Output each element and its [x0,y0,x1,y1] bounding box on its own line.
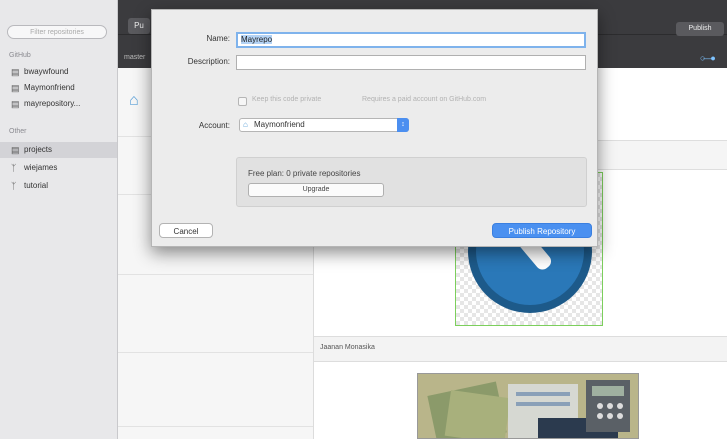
plan-box [236,157,587,207]
name-field-value: Mayrepo [241,35,273,44]
sidebar-item-repo-1[interactable]: ▤ bwaywfound [0,64,117,80]
name-label: Name: [206,34,230,43]
sidebar-item-label: projects [24,145,53,154]
keep-private-label: Keep this code private [252,96,322,103]
sidebar-item-branch-2[interactable]: ᛉ tutorial [0,178,117,194]
keep-private-checkbox[interactable] [238,97,247,106]
sidebar-item-branch-1[interactable]: ᛉ wiejames [0,160,117,176]
cancel-button[interactable]: Cancel [159,223,213,238]
upgrade-button[interactable]: Upgrade [248,183,384,197]
branch-label: master [124,54,146,61]
list-divider [118,426,313,427]
sidebar-item-projects[interactable]: ▤ projects [0,142,117,158]
sidebar: Filter repositories GitHub ▤ bwaywfound … [0,0,118,439]
sidebar-item-label: bwaywfound [24,67,69,76]
name-field[interactable]: Mayrepo [236,32,586,48]
toggle-switch[interactable]: ○—● [700,54,724,63]
image-preview-photo [417,373,639,439]
branch-icon: ᛉ [11,163,17,173]
sidebar-item-label: mayrepository... [24,99,81,108]
account-popup[interactable]: ⌂ Maymonfriend ↕ [239,118,409,132]
branch-icon: ᛉ [11,181,17,191]
sidebar-section-other: Other [9,128,27,135]
description-label: Description: [187,57,230,66]
sidebar-item-repo-3[interactable]: ▤ mayrepository... [0,96,117,112]
publish-toolbar-button[interactable]: Publish [676,22,724,36]
sidebar-section-github: GitHub [9,52,31,59]
list-divider [118,352,313,353]
repo-icon: ▤ [11,83,20,93]
description-field[interactable] [236,55,586,70]
repo-icon: ▤ [11,67,20,77]
file-name: Jaanan Monasika [320,344,375,351]
account-label: Account: [198,121,230,130]
account-value: Maymonfriend [254,120,305,129]
sidebar-item-label: Maymonfriend [24,83,75,92]
sidebar-item-label: tutorial [24,181,49,190]
publish-repository-button[interactable]: Publish Repository [492,223,592,238]
plan-text: Free plan: 0 private repositories [248,169,361,178]
sidebar-item-label: wiejames [24,163,58,172]
home-icon[interactable]: ⌂ [129,92,139,110]
sidebar-item-repo-2[interactable]: ▤ Maymonfriend [0,80,117,96]
filter-search-field[interactable]: Filter repositories [7,25,107,39]
list-divider [118,274,313,275]
file-header [314,336,727,362]
repo-icon: ▤ [11,145,20,155]
chevron-updown-icon: ↕ [397,118,409,132]
account-icon: ⌂ [243,120,248,129]
toolbar-left-button[interactable]: Pu [128,18,150,34]
keep-private-hint: Requires a paid account on GitHub.com [362,96,487,103]
repo-icon: ▤ [11,99,20,109]
